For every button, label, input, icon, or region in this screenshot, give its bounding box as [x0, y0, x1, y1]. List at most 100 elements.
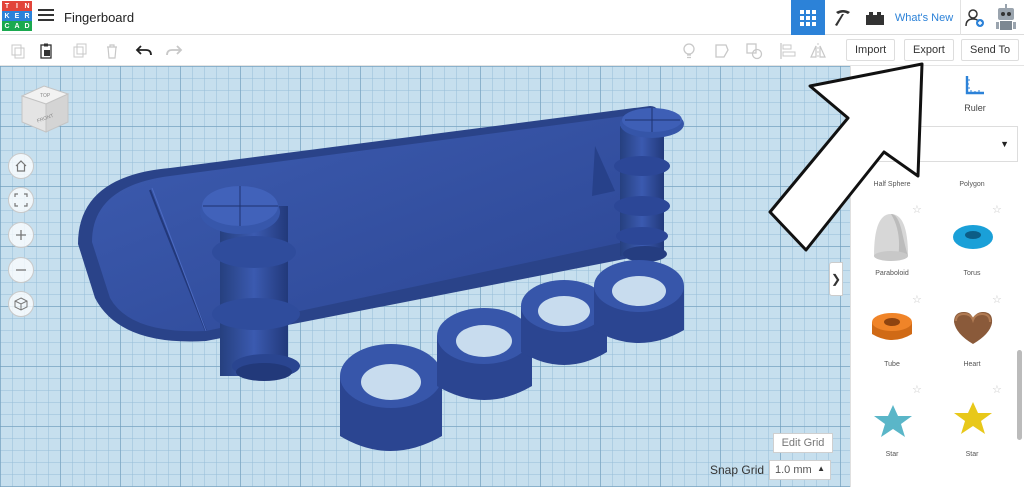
group-button[interactable]	[742, 39, 766, 63]
redo-button[interactable]	[162, 39, 186, 63]
chevron-right-icon: ❯	[830, 272, 842, 286]
panel-scrollbar[interactable]	[1017, 350, 1022, 440]
ruler-tool[interactable]: Ruler	[955, 74, 995, 118]
snap-grid-select[interactable]: 1.0 mm ▲	[769, 460, 831, 480]
shape-label-paraboloid: Paraboloid	[875, 270, 909, 277]
snap-grid-label: Snap Grid	[710, 463, 765, 477]
paraboloid-shape[interactable]	[868, 212, 914, 262]
heart-shape[interactable]	[950, 308, 996, 348]
logo-letter: N	[22, 1, 32, 11]
view-cube-top-label: TOP	[40, 93, 51, 99]
shape-library-dropdown[interactable]: ▼	[860, 126, 1018, 162]
user-avatar[interactable]	[990, 0, 1022, 35]
design-menu-icon[interactable]	[38, 9, 54, 23]
fit-view-button[interactable]	[8, 187, 34, 213]
import-button[interactable]: Import	[846, 39, 896, 61]
star-shape-yellow[interactable]	[950, 400, 996, 438]
top-bar: TINKERCAD Fingerboard What's New	[0, 0, 1024, 35]
copy-button[interactable]	[6, 39, 30, 63]
favorite-star-icon[interactable]: ☆	[992, 293, 1002, 306]
clipboard-icon	[40, 43, 52, 59]
collapse-panel-button[interactable]: ❯	[829, 262, 843, 296]
paste-button[interactable]	[34, 39, 58, 63]
whats-new-link[interactable]: What's New	[893, 0, 955, 35]
redo-icon	[166, 45, 183, 56]
logo-letter: C	[2, 21, 12, 31]
wheel-1[interactable]	[340, 344, 442, 451]
notes-button[interactable]	[677, 39, 701, 63]
robot-avatar-icon	[996, 3, 1016, 30]
shape-label-half-sphere: Half Sphere	[873, 181, 911, 188]
tinkercad-app: TINKERCAD Fingerboard What's New Import …	[0, 0, 1024, 487]
zoom-in-button[interactable]	[8, 222, 34, 248]
tinkercad-logo[interactable]: TINKERCAD	[2, 1, 32, 31]
logo-letter: E	[12, 11, 22, 21]
pickaxe-icon	[835, 9, 850, 26]
logo-letter: I	[12, 1, 22, 11]
shape-label-heart: Heart	[963, 361, 981, 368]
copy-icon	[11, 44, 25, 59]
shape-label-polygon: Polygon	[959, 181, 985, 188]
logo-letter: T	[2, 1, 12, 11]
logo-letter: K	[2, 11, 12, 21]
mirror-button[interactable]	[806, 39, 830, 63]
duplicate-button[interactable]	[68, 39, 92, 63]
design-title[interactable]: Fingerboard	[64, 10, 134, 25]
undo-icon	[135, 45, 152, 56]
ruler-label: Ruler	[964, 103, 986, 113]
grid-icon	[800, 9, 816, 26]
send-to-button[interactable]: Send To	[961, 39, 1020, 61]
minus-icon	[16, 269, 26, 271]
star-shape-teal[interactable]	[870, 403, 916, 439]
workplane[interactable]: TOP FRONT	[0, 66, 850, 487]
favorite-star-icon[interactable]: ☆	[912, 383, 922, 396]
torus-shape[interactable]	[950, 220, 996, 254]
logo-letter: R	[22, 11, 32, 21]
delete-button[interactable]	[100, 39, 124, 63]
shape-label-star: Star	[885, 451, 899, 458]
fingerboard-model[interactable]	[0, 66, 850, 487]
edit-toolbar: Import Export Send To	[0, 35, 1024, 66]
snap-grid-value: 1.0 mm	[775, 464, 812, 476]
ruler-icon	[965, 76, 984, 95]
shape-label-star: Star	[965, 451, 979, 458]
perspective-button[interactable]	[8, 291, 34, 317]
fit-view-icon	[14, 193, 28, 207]
caret-up-icon: ▲	[817, 464, 825, 473]
brick-icon	[866, 11, 884, 25]
wheel-2[interactable]	[437, 308, 532, 400]
align-button[interactable]	[776, 39, 800, 63]
lego-bricks-view-button[interactable]	[861, 0, 889, 35]
plus-icon	[16, 230, 26, 240]
lightbulb-icon	[683, 43, 695, 59]
duplicate-icon	[73, 43, 87, 58]
home-view-button[interactable]	[8, 153, 34, 179]
caret-down-icon: ▼	[1000, 139, 1009, 149]
tube-shape[interactable]	[870, 310, 914, 346]
mirror-icon	[810, 43, 826, 59]
favorite-star-icon[interactable]: ☆	[992, 203, 1002, 216]
export-button[interactable]: Export	[904, 39, 954, 61]
align-icon	[780, 43, 796, 59]
home-icon	[15, 160, 27, 172]
show-all-button[interactable]	[710, 39, 734, 63]
minecraft-view-button[interactable]	[829, 0, 857, 35]
shape-speech-icon	[715, 44, 729, 58]
group-icon	[746, 43, 763, 60]
favorite-star-icon[interactable]: ☆	[912, 293, 922, 306]
add-collaborator-button[interactable]	[960, 0, 988, 35]
view-cube[interactable]: TOP FRONT	[18, 80, 74, 136]
favorite-star-icon[interactable]: ☆	[992, 383, 1002, 396]
add-user-icon	[964, 8, 984, 27]
zoom-out-button[interactable]	[8, 257, 34, 283]
3d-design-view-button[interactable]	[791, 0, 825, 35]
edit-grid-button[interactable]: Edit Grid	[773, 433, 833, 453]
wheel-4[interactable]	[594, 260, 684, 343]
trash-icon	[107, 44, 117, 59]
shape-label-tube: Tube	[884, 361, 900, 368]
logo-letter: D	[22, 21, 32, 31]
undo-button[interactable]	[132, 39, 156, 63]
shape-label-torus: Torus	[963, 270, 981, 277]
logo-letter: A	[12, 21, 22, 31]
cube-perspective-icon	[14, 297, 28, 311]
